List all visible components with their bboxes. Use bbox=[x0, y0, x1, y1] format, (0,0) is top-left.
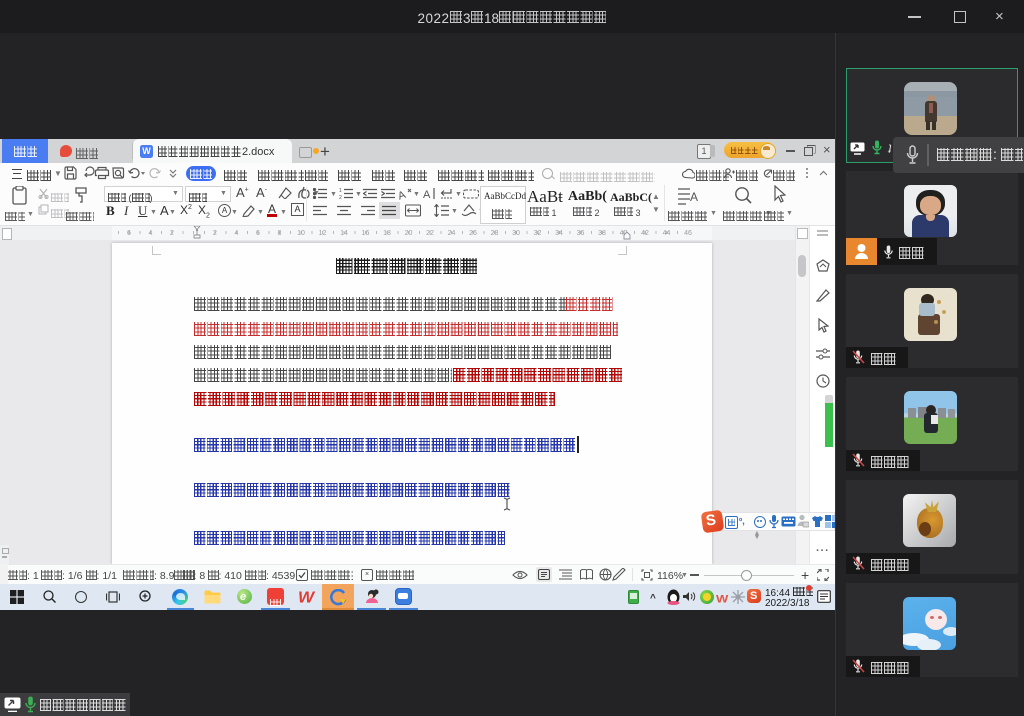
svg-text:A: A bbox=[423, 189, 431, 200]
svg-text:A: A bbox=[398, 189, 408, 200]
svg-text:2: 2 bbox=[339, 195, 342, 199]
svg-text:1: 1 bbox=[339, 188, 342, 194]
svg-text:A: A bbox=[690, 190, 698, 204]
